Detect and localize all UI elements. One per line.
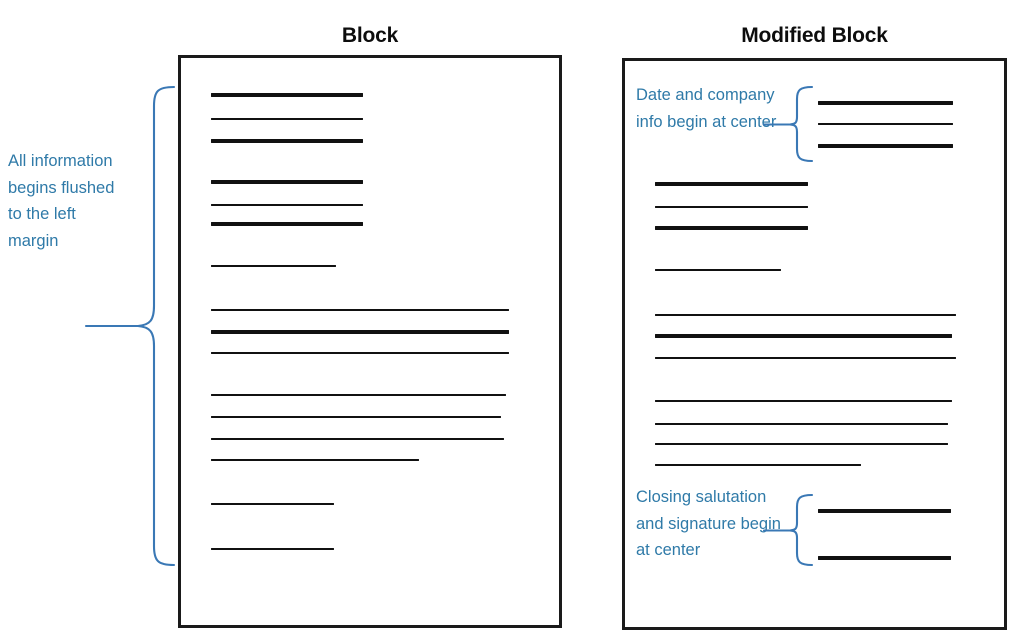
text-line <box>211 265 336 267</box>
text-line <box>211 222 363 226</box>
date-company-curly-brace-icon <box>762 85 814 163</box>
closing-signature-curly-brace-icon <box>762 493 814 567</box>
text-line <box>211 139 363 143</box>
text-line <box>655 423 948 425</box>
text-line <box>655 334 952 338</box>
text-line <box>211 416 501 418</box>
diagram-canvas: Block Modified Block All information beg… <box>0 0 1024 643</box>
text-line <box>211 330 509 334</box>
text-line <box>211 548 334 550</box>
text-line <box>211 394 506 396</box>
text-line <box>655 443 948 445</box>
text-line <box>211 204 363 206</box>
text-line <box>655 269 781 271</box>
text-line <box>655 206 808 208</box>
left-margin-curly-brace-icon <box>84 85 176 567</box>
text-line <box>818 144 953 148</box>
text-line <box>655 464 861 466</box>
text-line <box>211 459 419 461</box>
document-page-block <box>178 55 562 628</box>
text-line <box>211 438 504 440</box>
text-line <box>211 93 363 97</box>
text-line <box>818 123 953 125</box>
page-title-modified-block: Modified Block <box>741 24 888 47</box>
page-title-block: Block <box>341 24 399 47</box>
text-line <box>818 556 951 560</box>
annotation-date-company-text: Date and company info begin at center <box>636 86 777 131</box>
annotation-closing-signature-text: Closing salutation and signature begin a… <box>636 488 781 559</box>
text-line <box>655 182 808 186</box>
text-line <box>211 118 363 120</box>
text-line <box>655 314 956 316</box>
text-line <box>211 352 509 354</box>
annotation-left-margin-text: All information begins flushed to the le… <box>8 152 115 250</box>
text-line <box>655 226 808 230</box>
text-line <box>211 309 509 311</box>
text-line <box>211 180 363 184</box>
text-line <box>211 503 334 505</box>
text-line <box>818 101 953 105</box>
text-line <box>655 400 952 402</box>
text-line <box>655 357 956 359</box>
text-line <box>818 509 951 513</box>
